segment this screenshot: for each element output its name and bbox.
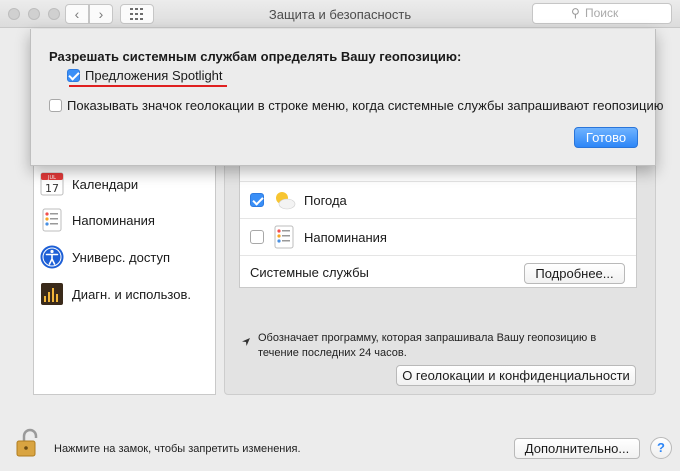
reminders-checkbox[interactable]	[250, 230, 264, 244]
calendar-icon: JUL 17	[40, 172, 64, 196]
lock-instructions: Нажмите на замок, чтобы запретить измене…	[54, 443, 301, 455]
sidebar: JUL 17 Календари Напоминания Универс. до…	[33, 160, 216, 395]
list-item	[240, 168, 636, 182]
list-item-weather[interactable]: Погода	[240, 182, 636, 219]
menu-bar-icon-label: Показывать значок геолокации в строке ме…	[67, 98, 664, 113]
list-item-reminders[interactable]: Напоминания	[240, 219, 636, 256]
search-placeholder: Поиск	[585, 6, 619, 20]
accessibility-icon	[40, 245, 64, 269]
search-icon: ⚲	[571, 6, 580, 20]
sheet-title: Разрешать системным службам определять В…	[49, 49, 462, 64]
reminders-icon	[42, 208, 62, 232]
calendar-month: JUL	[47, 175, 56, 181]
sidebar-item-label: Календари	[72, 176, 139, 192]
advanced-button[interactable]: Дополнительно...	[514, 438, 640, 459]
weather-icon	[276, 192, 296, 210]
location-privacy-button[interactable]: О геолокации и конфиденциальности	[396, 365, 636, 386]
system-services-label: Системные службы	[250, 265, 369, 280]
done-button[interactable]: Готово	[574, 127, 638, 148]
sidebar-item-label: Напоминания	[72, 212, 155, 228]
list-item-label: Напоминания	[304, 230, 387, 245]
spotlight-suggestions-row[interactable]: Предложения Spotlight	[67, 68, 223, 83]
help-button[interactable]: ?	[650, 437, 672, 459]
location-note: Обозначает программу, которая запрашивал…	[258, 332, 597, 359]
sidebar-item-diagnostics[interactable]: Диагн. и использов.	[34, 277, 215, 311]
list-item-label: Погода	[304, 193, 347, 208]
reminders-icon	[274, 225, 294, 249]
location-sheet-dialog: Разрешать системным службам определять В…	[30, 29, 664, 166]
lock-icon[interactable]	[15, 428, 43, 458]
spotlight-suggestions-label: Предложения Spotlight	[85, 68, 223, 83]
title-bar: ‹ › Защита и безопасность ⚲ Поиск	[0, 0, 680, 28]
location-arrow-icon	[242, 338, 250, 346]
sidebar-item-calendars[interactable]: JUL 17 Календари	[34, 167, 215, 201]
menu-bar-icon-row[interactable]: Показывать значок геолокации в строке ме…	[49, 98, 664, 113]
system-services-details-button[interactable]: Подробнее...	[524, 263, 625, 284]
highlight-underline	[69, 85, 227, 87]
weather-checkbox[interactable]	[250, 193, 264, 207]
diagnostics-icon	[41, 283, 63, 305]
spotlight-suggestions-checkbox[interactable]	[67, 69, 80, 82]
sidebar-item-accessibility[interactable]: Универс. доступ	[34, 240, 215, 274]
search-input[interactable]: ⚲ Поиск	[532, 3, 672, 24]
sidebar-item-label: Диагн. и использов.	[72, 286, 191, 302]
sidebar-item-label: Универс. доступ	[72, 249, 171, 265]
menu-bar-icon-checkbox[interactable]	[49, 99, 62, 112]
sidebar-item-reminders[interactable]: Напоминания	[34, 203, 215, 237]
calendar-day: 17	[45, 182, 59, 195]
